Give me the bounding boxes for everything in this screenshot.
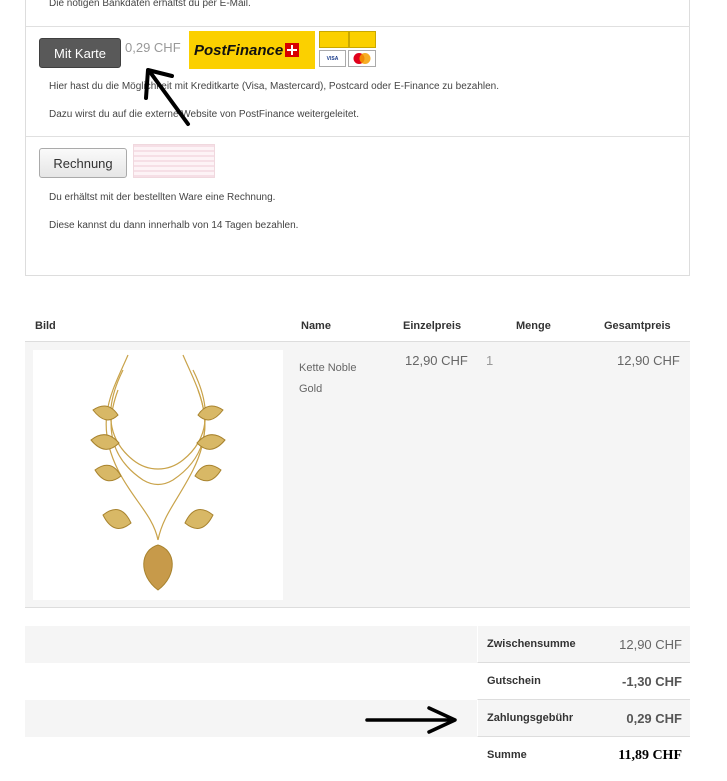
product-name-line2[interactable]: Gold — [299, 379, 356, 400]
voucher-label: Gutschein — [487, 675, 541, 687]
annotation-arrow-icon — [144, 68, 190, 126]
voucher-value: -1,30 CHF — [622, 674, 682, 689]
unit-price: 12,90 CHF — [405, 353, 468, 368]
invoice-info-line1: Du erhältst mit der bestellten Ware eine… — [49, 192, 276, 203]
table-row: Kette Noble Gold 12,90 CHF 1 12,90 CHF — [25, 342, 690, 608]
payment-fee-label: Zahlungsgebühr — [487, 712, 574, 724]
sum-value: 11,89 CHF — [618, 748, 682, 763]
card-fee: 0,29 CHF — [125, 40, 181, 55]
postfinance-logo: PostFinance VISA — [189, 31, 377, 69]
col-unit-price: Einzelpreis — [403, 320, 462, 332]
cart-table-header: Bild Name Einzelpreis Menge Gesamtpreis — [25, 312, 690, 342]
invoice-info-line2: Diese kannst du dann innerhalb von 14 Ta… — [49, 220, 299, 231]
payment-fee-row: Zahlungsgebühr 0,29 CHF — [477, 700, 690, 737]
subtotal-row: Zwischensumme 12,90 CHF — [477, 626, 690, 663]
col-quantity: Menge — [516, 320, 551, 332]
col-image: Bild — [35, 320, 56, 332]
annotation-arrow-icon — [365, 706, 457, 734]
sum-label: Summe — [487, 749, 527, 761]
col-total: Gesamtpreis — [604, 320, 671, 332]
postcard-icon — [319, 31, 349, 48]
product-image — [33, 350, 283, 600]
payment-fee-value: 0,29 CHF — [626, 711, 682, 726]
pay-with-card-button[interactable]: Mit Karte — [39, 38, 121, 68]
divider — [26, 136, 690, 137]
quantity: 1 — [486, 353, 494, 368]
subtotal-label: Zwischensumme — [487, 638, 576, 650]
bank-note: Die nötigen Bankdaten erhältst du per E-… — [49, 0, 251, 9]
col-name: Name — [301, 320, 331, 332]
sum-row: Summe 11,89 CHF — [477, 737, 690, 774]
postfinance-logo-text: PostFinance — [194, 41, 284, 59]
product-name-line1[interactable]: Kette Noble — [299, 358, 356, 379]
invoice-thumbnail — [133, 144, 215, 178]
efinance-icon — [349, 31, 376, 48]
pay-by-invoice-button[interactable]: Rechnung — [39, 148, 127, 178]
card-info-line2: Dazu wirst du auf die externe Website vo… — [49, 109, 359, 120]
mastercard-icon — [348, 50, 376, 67]
subtotal-value: 12,90 CHF — [619, 637, 682, 652]
visa-icon: VISA — [319, 50, 346, 67]
divider — [26, 26, 690, 27]
card-info-line1: Hier hast du die Möglichkeit mit Kreditk… — [49, 81, 500, 92]
voucher-row: Gutschein -1,30 CHF — [477, 663, 690, 700]
payment-options-panel: Die nötigen Bankdaten erhältst du per E-… — [25, 0, 690, 276]
swiss-cross-icon — [285, 43, 300, 57]
row-total: 12,90 CHF — [617, 353, 680, 368]
